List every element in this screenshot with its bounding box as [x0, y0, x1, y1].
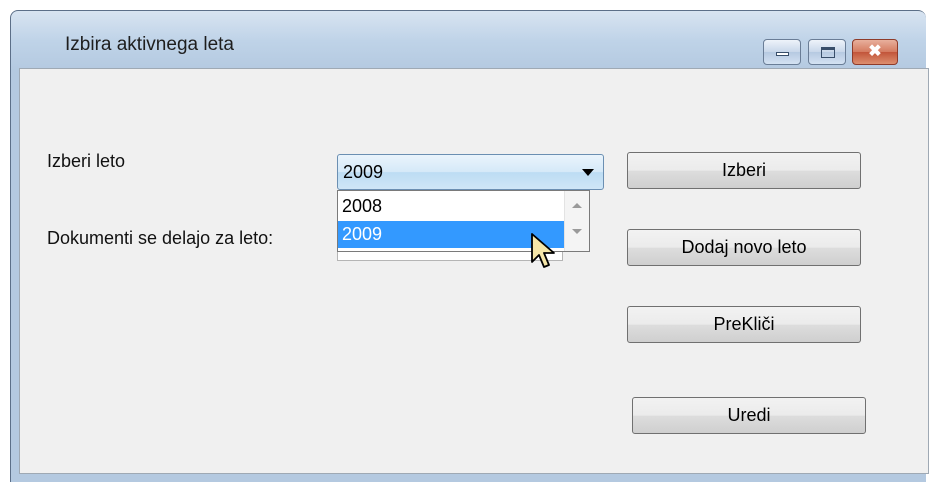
scroll-up-icon[interactable]: [572, 203, 582, 208]
mouse-cursor-icon: [531, 233, 555, 268]
close-icon: ✖: [868, 43, 882, 60]
minimize-button[interactable]: [763, 39, 801, 65]
close-button[interactable]: ✖: [852, 39, 898, 65]
year-option-2008[interactable]: 2008: [338, 193, 564, 220]
cancel-button[interactable]: PreKliči: [627, 306, 861, 343]
year-combo-value: 2009: [343, 162, 384, 182]
select-button[interactable]: Izberi: [627, 152, 861, 189]
chevron-down-icon[interactable]: [582, 169, 594, 176]
maximize-button[interactable]: [808, 39, 846, 65]
window-title: Izbira aktivnega leta: [65, 34, 234, 55]
year-combo[interactable]: 2009: [337, 154, 604, 190]
scroll-down-icon[interactable]: [572, 229, 582, 234]
add-year-button[interactable]: Dodaj novo leto: [627, 229, 861, 266]
year-label: Izberi leto: [47, 151, 126, 171]
dropdown-scrollbar[interactable]: [564, 191, 589, 251]
edit-button[interactable]: Uredi: [632, 397, 866, 434]
docs-year-label: Dokumenti se delajo za leto:: [47, 228, 274, 248]
